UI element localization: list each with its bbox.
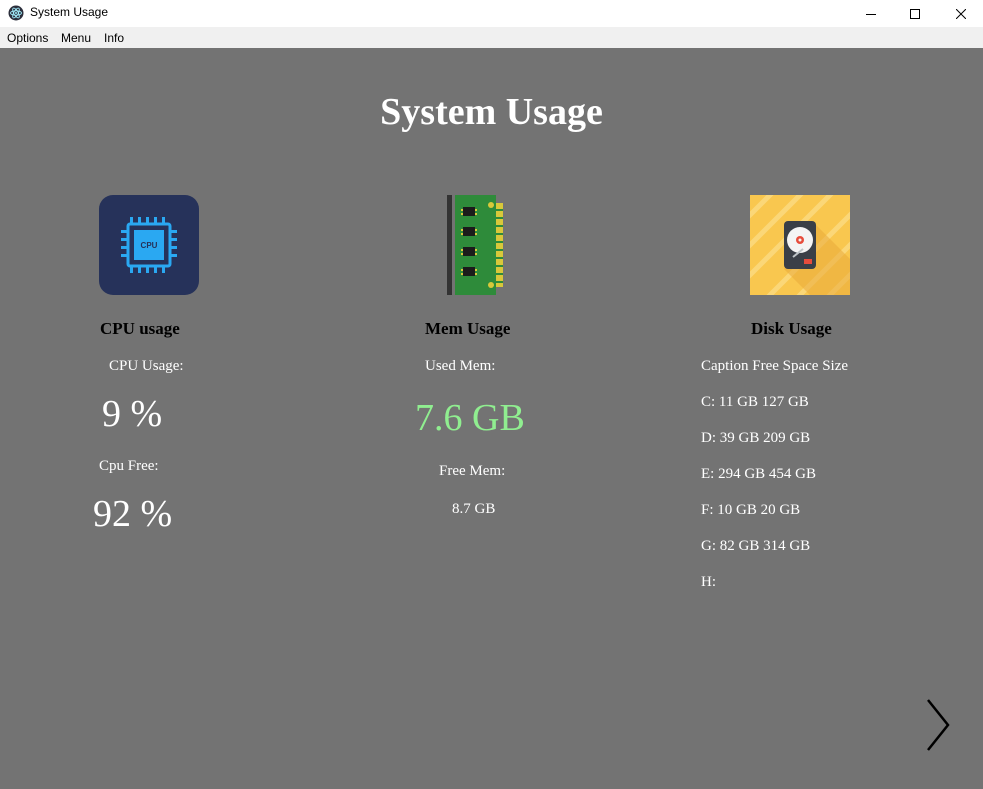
- disk-drive-h: H:: [701, 574, 716, 590]
- close-button[interactable]: [938, 0, 983, 27]
- disk-drive-f: F: 10 GB 20 GB: [701, 502, 801, 518]
- maximize-icon: [910, 8, 920, 19]
- minimize-button[interactable]: [848, 0, 894, 27]
- cpu-heading: CPU usage: [100, 319, 180, 338]
- disk-drive-d: D: 39 GB 209 GB: [701, 430, 811, 446]
- cpu-free-label: Cpu Free:: [99, 458, 159, 474]
- cpu-free-value: 92 %: [93, 493, 173, 535]
- cpu-usage-label: CPU Usage:: [109, 358, 184, 374]
- title-bar: System Usage: [0, 0, 983, 27]
- disk-drive-g: G: 82 GB 314 GB: [701, 538, 811, 554]
- free-mem-value: 8.7 GB: [452, 501, 496, 517]
- minimize-icon: [866, 13, 876, 15]
- chevron-right-icon[interactable]: [920, 698, 954, 752]
- used-mem-value: 7.6 GB: [415, 397, 525, 439]
- free-mem-label: Free Mem:: [439, 463, 506, 479]
- menu-options[interactable]: Options: [7, 31, 48, 45]
- cpu-usage-value: 9 %: [102, 393, 163, 435]
- menu-menu[interactable]: Menu: [61, 31, 91, 45]
- window-title: System Usage: [30, 5, 109, 19]
- page-title: System Usage: [380, 91, 603, 133]
- cpu-icon-label: CPU: [141, 241, 158, 250]
- mem-heading: Mem Usage: [425, 319, 511, 338]
- cpu-icon: CPU: [99, 195, 199, 295]
- menu-bar: Options Menu Info: [0, 27, 983, 48]
- ram-icon: [447, 195, 503, 295]
- menu-info[interactable]: Info: [104, 31, 124, 45]
- close-icon: [956, 8, 966, 19]
- disk-drive-c: C: 11 GB 127 GB: [701, 394, 809, 410]
- main-content: System Usage CPU CPU usage Mem Usage Dis…: [0, 48, 983, 789]
- hard-drive-icon: [750, 195, 850, 295]
- disk-columns-caption: Caption Free Space Size: [701, 358, 849, 374]
- used-mem-label: Used Mem:: [425, 358, 496, 374]
- disk-drive-e: E: 294 GB 454 GB: [701, 466, 817, 482]
- disk-heading: Disk Usage: [751, 319, 832, 338]
- maximize-button[interactable]: [892, 0, 938, 27]
- electron-icon: [8, 5, 24, 21]
